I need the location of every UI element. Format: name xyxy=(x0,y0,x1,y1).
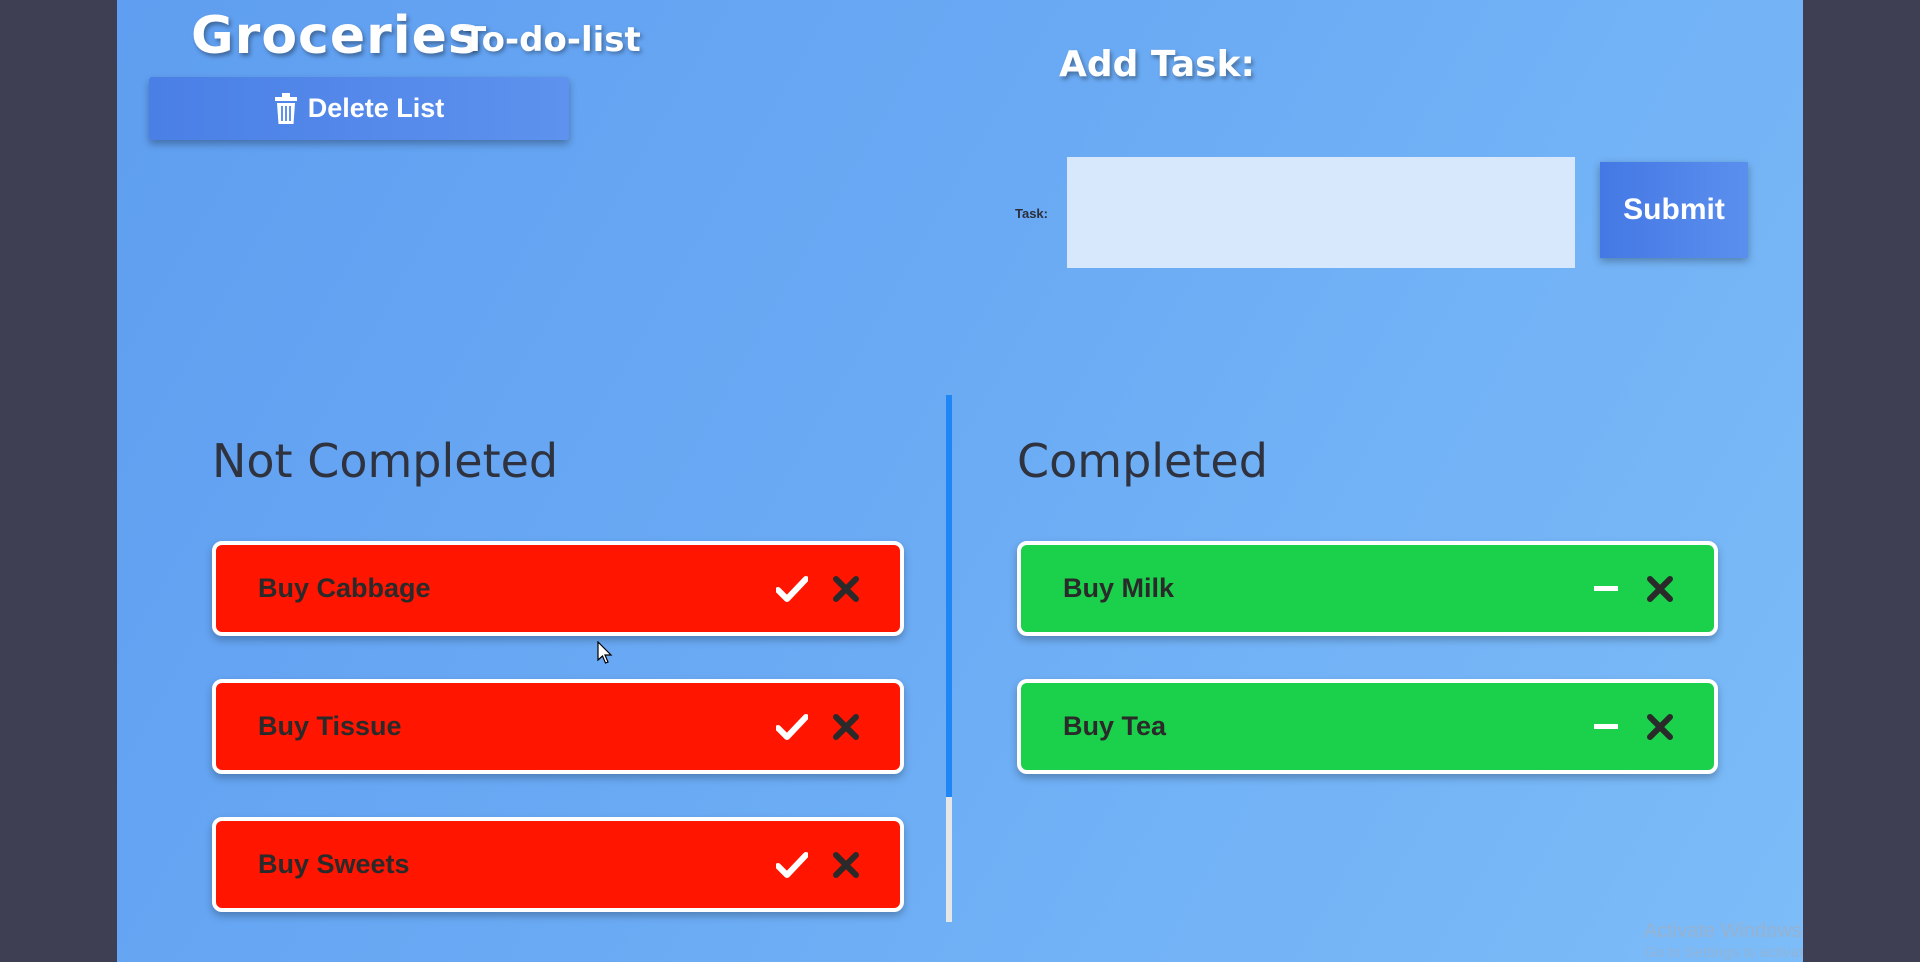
task-label: Buy Tea xyxy=(1063,711,1167,741)
mouse-cursor-icon xyxy=(597,641,613,664)
task-label: Buy Tissue xyxy=(258,711,402,741)
scrollbar-thumb[interactable] xyxy=(946,395,952,797)
add-task-heading: Add Task: xyxy=(1059,44,1255,85)
close-icon[interactable] xyxy=(830,573,862,605)
check-icon[interactable] xyxy=(776,711,808,743)
column-divider-scrollbar[interactable] xyxy=(946,395,952,922)
task-label: Buy Cabbage xyxy=(258,573,431,603)
completed-task: Buy Tea xyxy=(1017,679,1718,774)
task-label: Buy Sweets xyxy=(258,849,410,879)
task-input[interactable] xyxy=(1067,157,1575,268)
close-icon[interactable] xyxy=(830,711,862,743)
activation-watermark-sub: Go to Settings to activate Windows. xyxy=(1644,944,1803,961)
close-icon[interactable] xyxy=(1644,573,1676,605)
list-title: Groceries xyxy=(191,6,480,66)
close-icon[interactable] xyxy=(830,849,862,881)
completed-task: Buy Milk xyxy=(1017,541,1718,636)
minus-icon[interactable] xyxy=(1590,711,1622,743)
check-icon[interactable] xyxy=(776,849,808,881)
not-completed-task: Buy Sweets xyxy=(212,817,904,912)
not-completed-heading: Not Completed xyxy=(212,434,559,488)
submit-button[interactable]: Submit xyxy=(1600,162,1748,258)
task-label: Buy Milk xyxy=(1063,573,1175,603)
check-icon[interactable] xyxy=(776,573,808,605)
task-field-label: Task: xyxy=(1015,206,1048,221)
list-subtitle: To-do-list xyxy=(463,20,641,60)
todo-app: Groceries To-do-list Delete List Add Tas… xyxy=(117,0,1803,962)
activation-watermark: Activate Windows xyxy=(1644,920,1802,942)
delete-list-button[interactable]: Delete List xyxy=(149,77,569,140)
minus-icon[interactable] xyxy=(1590,573,1622,605)
not-completed-task: Buy Tissue xyxy=(212,679,904,774)
completed-heading: Completed xyxy=(1017,434,1268,488)
delete-list-label: Delete List xyxy=(307,93,445,123)
close-icon[interactable] xyxy=(1644,711,1676,743)
trash-icon xyxy=(274,92,297,124)
not-completed-task: Buy Cabbage xyxy=(212,541,904,636)
